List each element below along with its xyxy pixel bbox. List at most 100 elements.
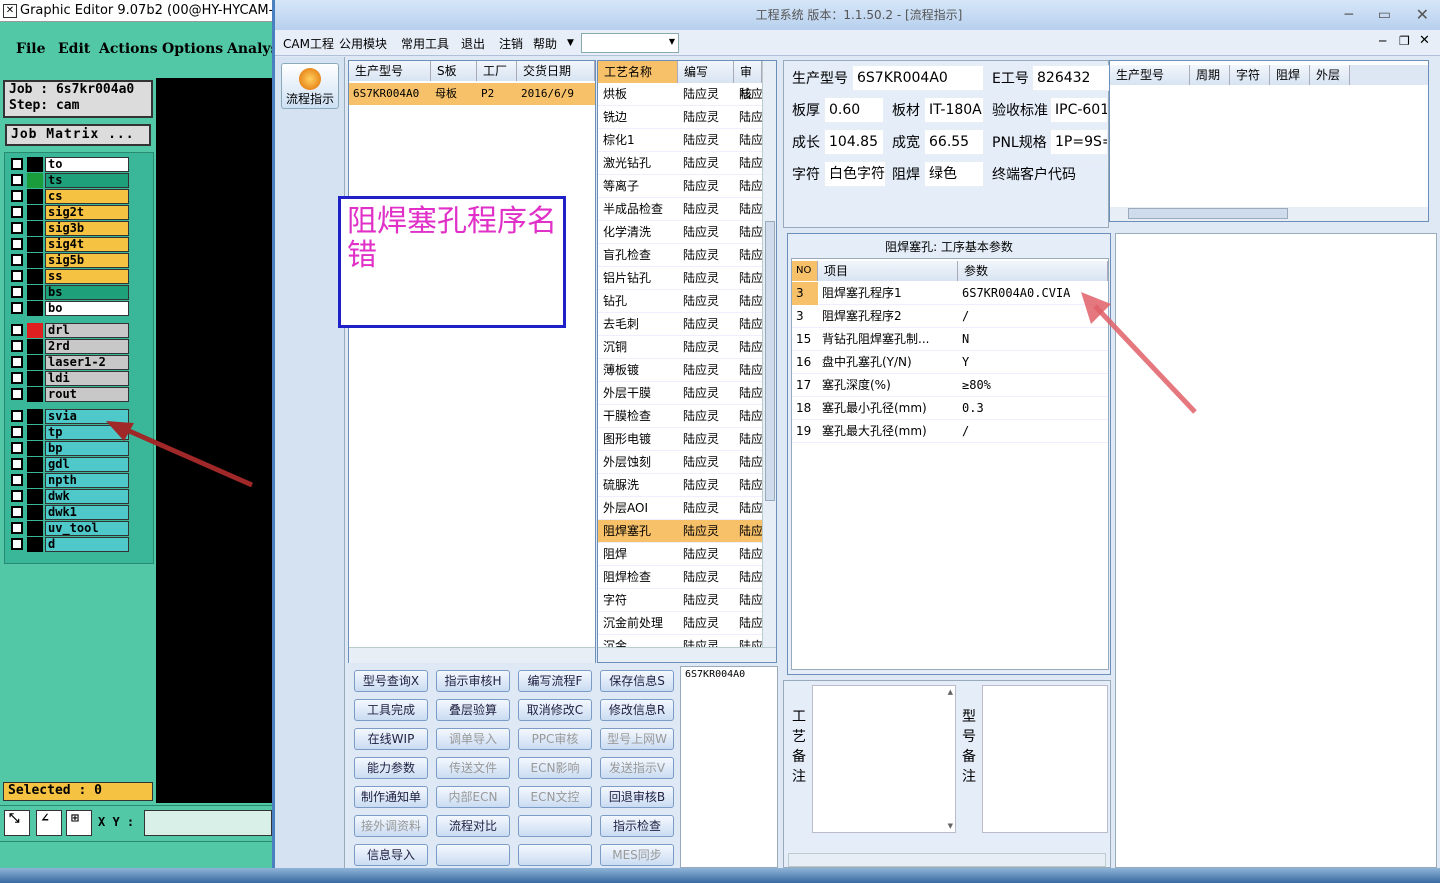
process-row[interactable]: 外层AOI 陆应灵 陆应 xyxy=(598,497,762,520)
process-row[interactable]: 激光钻孔 陆应灵 陆应 xyxy=(598,152,762,175)
layer-checkbox[interactable] xyxy=(11,324,23,336)
layer-name[interactable]: cs xyxy=(45,189,129,204)
process-row[interactable]: 图形电镀 陆应灵 陆应 xyxy=(598,428,762,451)
layer-row[interactable]: 2rd xyxy=(9,339,129,354)
action-button[interactable]: 取消修改C xyxy=(518,699,592,721)
action-button[interactable]: ECN影响 xyxy=(518,757,592,779)
action-button[interactable]: 指示审核H xyxy=(436,670,510,692)
process-row[interactable]: 钻孔 陆应灵 陆应 xyxy=(598,290,762,313)
layer-name[interactable]: ldi xyxy=(45,371,129,386)
minimize-icon[interactable]: ─ xyxy=(1345,0,1353,30)
layer-row[interactable]: drl xyxy=(9,323,129,338)
remark-scroll-down-icon[interactable]: ▼ xyxy=(948,822,953,830)
process-remark-input[interactable]: ▲ ▼ xyxy=(812,685,956,833)
process-row[interactable]: 外层蚀刻 陆应灵 陆应 xyxy=(598,451,762,474)
maximize-icon[interactable]: ▭ xyxy=(1378,0,1391,30)
params-column-header[interactable]: NO xyxy=(792,261,818,281)
params-row[interactable]: 3 阻焊塞孔程序1 6S7KR004A0.CVIA xyxy=(792,282,1108,305)
action-button[interactable]: 制作通知单 xyxy=(354,786,428,808)
info-value[interactable]: 826432 xyxy=(1032,65,1112,91)
info-value[interactable] xyxy=(1082,161,1108,163)
model-remark-input[interactable] xyxy=(982,685,1108,833)
menu-combo[interactable]: ▼ xyxy=(581,33,679,53)
history-column-header[interactable]: 阻焊 xyxy=(1270,65,1310,85)
layer-checkbox[interactable] xyxy=(11,254,23,266)
process-row[interactable]: 沉金前处理 陆应灵 陆应 xyxy=(598,612,762,635)
info-value[interactable]: IPC-601 xyxy=(1050,97,1108,123)
menu-options[interactable]: Options xyxy=(162,41,223,57)
order-hscroll[interactable] xyxy=(349,647,595,663)
menu-file[interactable]: File xyxy=(16,41,45,57)
action-button[interactable]: 发送指示V xyxy=(600,757,674,779)
order-column-header[interactable]: 交货日期 xyxy=(517,61,595,81)
flow-indicator-button[interactable]: 流程指示 xyxy=(281,63,339,109)
layer-name[interactable]: ts xyxy=(45,173,129,188)
params-row[interactable]: 16 盘中孔塞孔(Y/N) Y xyxy=(792,351,1108,374)
action-button[interactable]: 回退审核B xyxy=(600,786,674,808)
menu-edit[interactable]: Edit xyxy=(58,41,90,57)
layer-checkbox[interactable] xyxy=(11,302,23,314)
action-button[interactable]: ECN文控 xyxy=(518,786,592,808)
layer-checkbox[interactable] xyxy=(11,410,23,422)
process-row[interactable]: 阻焊 陆应灵 陆应 xyxy=(598,543,762,566)
layer-checkbox[interactable] xyxy=(11,340,23,352)
menu-help[interactable]: 帮助 xyxy=(533,35,557,52)
menu-tools[interactable]: 常用工具 xyxy=(401,35,449,52)
layer-checkbox[interactable] xyxy=(11,222,23,234)
action-button[interactable]: 调单导入 xyxy=(436,728,510,750)
layer-name[interactable]: sig2t xyxy=(45,205,129,220)
menu-logout[interactable]: 注销 xyxy=(499,35,523,52)
action-button[interactable]: 能力参数 xyxy=(354,757,428,779)
layer-row[interactable]: sig4t xyxy=(9,237,129,252)
remarks-hscroll[interactable] xyxy=(788,853,1106,867)
layer-row[interactable]: to xyxy=(9,157,129,172)
layer-checkbox[interactable] xyxy=(11,426,23,438)
layer-name[interactable]: to xyxy=(45,157,129,172)
layer-checkbox[interactable] xyxy=(11,490,23,502)
layer-name[interactable]: drl xyxy=(45,323,129,338)
child-close-icon[interactable]: ✕ xyxy=(1419,33,1430,48)
layer-checkbox[interactable] xyxy=(11,286,23,298)
order-column-header[interactable]: 生产型号 xyxy=(349,61,431,81)
params-column-header[interactable]: 参数 xyxy=(958,261,1108,281)
action-button[interactable]: 传送文件 xyxy=(436,757,510,779)
layer-checkbox[interactable] xyxy=(11,506,23,518)
layer-checkbox[interactable] xyxy=(11,388,23,400)
layer-name[interactable]: dwk1 xyxy=(45,505,129,520)
job-matrix-button[interactable]: Job Matrix ... xyxy=(5,124,151,146)
layer-checkbox[interactable] xyxy=(11,538,23,550)
layer-name[interactable]: bs xyxy=(45,285,129,300)
layer-name[interactable]: ss xyxy=(45,269,129,284)
layer-row[interactable]: d xyxy=(9,537,129,552)
layer-checkbox[interactable] xyxy=(11,190,23,202)
process-row[interactable]: 烘板 陆应灵 陆应 xyxy=(598,83,762,106)
process-row[interactable]: 干膜检查 陆应灵 陆应 xyxy=(598,405,762,428)
process-row[interactable]: 半成品检查 陆应灵 陆应 xyxy=(598,198,762,221)
layer-checkbox[interactable] xyxy=(11,238,23,250)
process-row[interactable]: 字符 陆应灵 陆应 xyxy=(598,589,762,612)
params-row[interactable]: 17 塞孔深度(%) ≥80% xyxy=(792,374,1108,397)
process-row[interactable]: 等离子 陆应灵 陆应 xyxy=(598,175,762,198)
layer-name[interactable]: rout xyxy=(45,387,129,402)
menu-cam[interactable]: CAM工程 xyxy=(283,35,334,52)
snap-icon[interactable]: ⊞ xyxy=(66,810,92,836)
action-button[interactable]: 工具完成 xyxy=(354,699,428,721)
layer-name[interactable]: bo xyxy=(45,301,129,316)
process-vscroll[interactable] xyxy=(762,61,776,647)
layer-name[interactable]: laser1-2 xyxy=(45,355,129,370)
action-button[interactable]: 内部ECN xyxy=(436,786,510,808)
menu-exit[interactable]: 退出 xyxy=(461,35,485,52)
layer-checkbox[interactable] xyxy=(11,158,23,170)
process-column-header[interactable]: 工艺名称 xyxy=(598,61,678,83)
process-row[interactable]: 阻焊塞孔 陆应灵 陆应 xyxy=(598,520,762,543)
process-column-header[interactable]: 编写 xyxy=(678,61,734,83)
layer-name[interactable]: d xyxy=(45,537,129,552)
info-value[interactable]: 绿色 xyxy=(924,161,984,187)
action-button[interactable]: 叠层验算 xyxy=(436,699,510,721)
layer-row[interactable]: ss xyxy=(9,269,129,284)
process-row[interactable]: 外层干膜 陆应灵 陆应 xyxy=(598,382,762,405)
process-row[interactable]: 去毛刺 陆应灵 陆应 xyxy=(598,313,762,336)
layer-checkbox[interactable] xyxy=(11,442,23,454)
params-row[interactable]: 15 背钻孔阻焊塞孔制... N xyxy=(792,328,1108,351)
action-button[interactable]: MES同步 xyxy=(600,844,674,866)
